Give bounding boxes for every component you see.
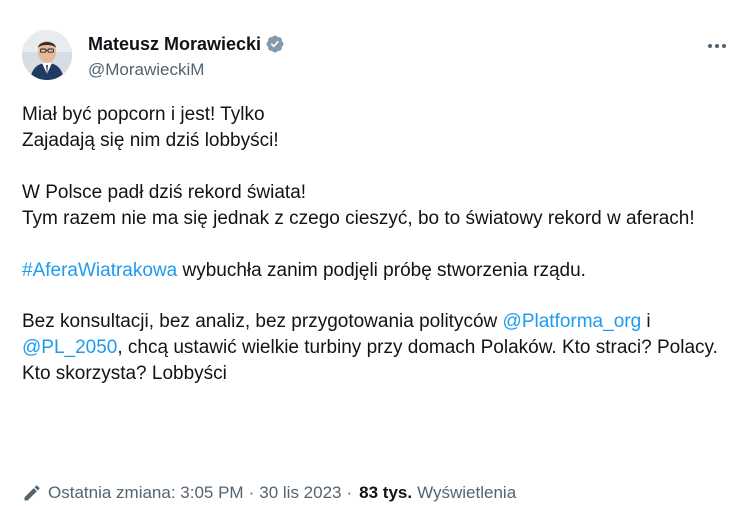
- verified-badge-icon[interactable]: [265, 34, 285, 54]
- more-options-button[interactable]: [704, 36, 730, 56]
- mention-link[interactable]: @Platforma_org: [503, 311, 642, 332]
- author-handle[interactable]: @MorawieckiM: [88, 60, 285, 80]
- avatar[interactable]: [22, 30, 72, 80]
- tweet-line: W Polsce padł dziś rekord świata!: [22, 182, 307, 203]
- tweet-card: Mateusz Morawiecki @MorawieckiM Miał być…: [0, 0, 747, 506]
- tweet-text-segment: wybuchła zanim podjęli próbę stworzenia …: [177, 260, 586, 281]
- tweet-line: Zajadają się nim dziś lobbyści!: [22, 130, 279, 151]
- more-horizontal-icon: [708, 44, 726, 48]
- tweet-line: #AferaWiatrakowa wybuchła zanim podjęli …: [22, 258, 727, 284]
- tweet-text-segment: , chcą ustawić wielkie turbiny przy doma…: [22, 337, 718, 384]
- edited-timestamp[interactable]: Ostatnia zmiana: 3:05 PM: [48, 483, 244, 503]
- tweet-line: Bez konsultacji, bez analiz, bez przygot…: [22, 309, 727, 387]
- tweet-line: Tym razem nie ma się jednak z czego cies…: [22, 208, 695, 229]
- views-count: 83 tys.: [359, 483, 413, 502]
- tweet-header: Mateusz Morawiecki @MorawieckiM: [22, 27, 732, 83]
- tweet-date[interactable]: 30 lis 2023: [259, 483, 341, 503]
- tweet-line: Miał być popcorn i jest! Tylko: [22, 104, 265, 125]
- separator: ·: [346, 483, 353, 502]
- hashtag-link[interactable]: #AferaWiatrakowa: [22, 260, 177, 281]
- tweet-meta: Ostatnia zmiana: 3:05 PM · 30 lis 2023 ·…: [22, 482, 516, 504]
- tweet-text-segment: i: [641, 311, 651, 332]
- separator: ·: [248, 483, 255, 502]
- mention-link[interactable]: @PL_2050: [22, 337, 117, 358]
- author-display-name[interactable]: Mateusz Morawiecki: [88, 34, 261, 55]
- avatar-image: [22, 30, 72, 80]
- name-row: Mateusz Morawiecki: [88, 33, 285, 55]
- tweet-text: Miał być popcorn i jest! Tylko Zajadają …: [22, 102, 727, 387]
- author-info: Mateusz Morawiecki @MorawieckiM: [88, 33, 285, 80]
- pencil-icon: [24, 485, 40, 501]
- tweet-text-segment: Bez konsultacji, bez analiz, bez przygot…: [22, 311, 503, 332]
- views-label: Wyświetlenia: [417, 483, 517, 502]
